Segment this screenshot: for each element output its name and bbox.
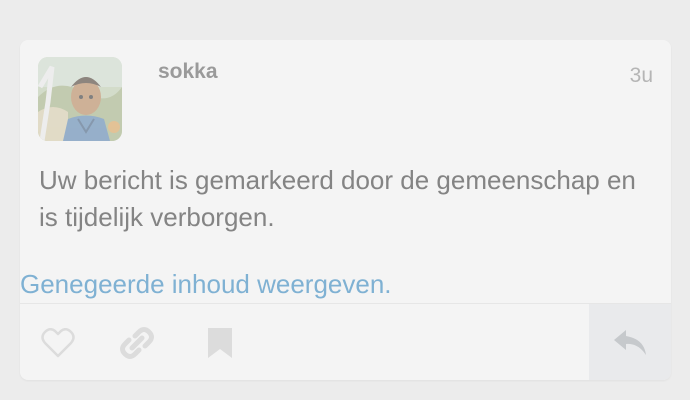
show-hidden-content-link[interactable]: Genegeerde inhoud weergeven. bbox=[20, 269, 392, 300]
post-card: sokka 3u Uw bericht is gemarkeerd door d… bbox=[20, 40, 671, 380]
reply-icon bbox=[613, 329, 647, 357]
heart-icon bbox=[41, 327, 75, 358]
avatar[interactable] bbox=[38, 57, 122, 141]
share-link-button[interactable] bbox=[107, 304, 167, 380]
like-button[interactable] bbox=[28, 304, 88, 380]
link-icon bbox=[120, 326, 154, 360]
hidden-post-message: Uw bericht is gemarkeerd door de gemeens… bbox=[39, 165, 636, 232]
bookmark-button[interactable] bbox=[190, 304, 250, 380]
avatar-image bbox=[38, 57, 122, 141]
post-actions-bar bbox=[20, 303, 671, 380]
username[interactable]: sokka bbox=[158, 60, 218, 84]
reply-button[interactable] bbox=[589, 304, 671, 380]
post-time[interactable]: 3u bbox=[630, 64, 653, 88]
bookmark-icon bbox=[207, 327, 233, 359]
